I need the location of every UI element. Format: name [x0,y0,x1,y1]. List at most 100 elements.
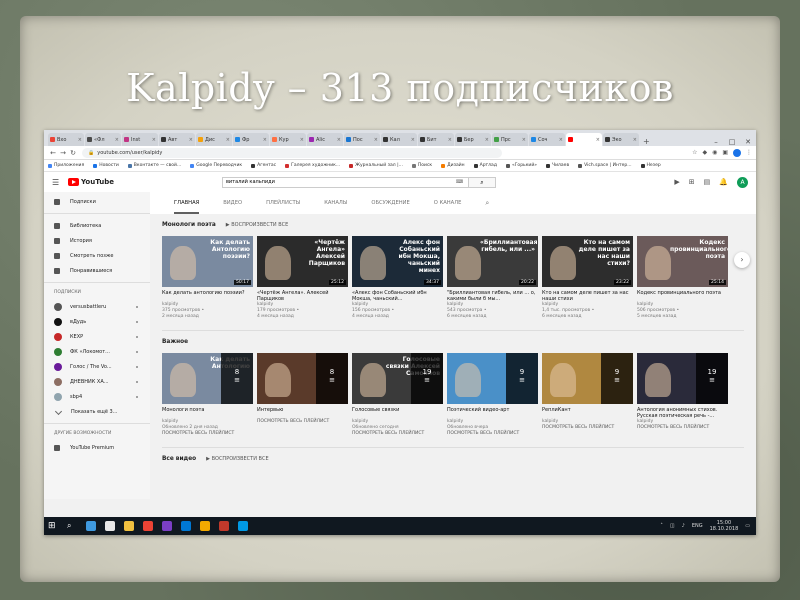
sidebar-item[interactable]: Понравившиеся [44,263,150,278]
bookmark-item[interactable]: Галерея художник... [285,163,340,168]
video-title[interactable]: Как делать антологию поэзии? [162,290,253,302]
video-card[interactable]: «Чертёж Ангела» Алексей Парщиков 25:12 «Че… [257,236,348,320]
tab-close-icon[interactable]: × [522,137,526,143]
channel-tab[interactable]: ПЛЕЙЛИСТЫ [266,192,300,214]
next-arrow-icon[interactable]: › [734,252,750,268]
keyboard-icon[interactable]: ⌨ [456,179,468,185]
browser-tab[interactable]: Кал × [381,133,417,146]
create-video-icon[interactable]: ▶ [674,178,679,186]
video-card[interactable]: 19 ≡ Антология анонимных стихов. Русская п… [637,353,728,437]
video-thumbnail[interactable]: Алекс фон Собаньский ибн Мокша, чаньский… [352,236,443,287]
video-card[interactable]: Кто на самом деле пишет за нас наши стих… [542,236,633,320]
video-thumbnail[interactable]: 19 ≡ [637,353,728,404]
bookmark-item[interactable]: Незер [640,163,661,168]
tray-up-arrow-icon[interactable]: ˄ [660,523,663,529]
video-title[interactable]: Интервью [257,407,348,419]
minimize-icon[interactable]: – [708,138,724,146]
back-icon[interactable]: ← [48,149,58,157]
messages-icon[interactable]: ▤ [704,178,711,186]
section-title[interactable]: Монологи поэта ▶ ВОСПРОИЗВЕСТИ ВСЕ [162,222,756,228]
menu-dots-icon[interactable]: ⋮ [746,149,752,156]
bookmark-item[interactable]: Vich.space | Интер... [578,163,632,168]
video-title[interactable]: «Алекс фон Собаньский ибн Мокша, чаньски… [352,290,443,302]
browser-tab[interactable]: Кур × [270,133,306,146]
tab-close-icon[interactable]: × [485,137,489,143]
tab-close-icon[interactable]: × [596,137,600,143]
video-card[interactable]: 8 ≡ Интервью ПОСМОТРЕТЬ ВЕСЬ ПЛЕЙЛИСТ [257,353,348,437]
video-thumbnail[interactable]: Кодекс провинциального поэта 25:14 [637,236,728,287]
tab-close-icon[interactable]: × [115,137,119,143]
video-title[interactable]: Антология анонимных стихов. Русская поэт… [637,407,728,419]
sidebar-item[interactable]: История [44,233,150,248]
language-indicator[interactable]: ENG [692,523,703,529]
notifications-bell-icon[interactable]: 🔔 [719,178,728,186]
bookmark-item[interactable]: Агентас [251,163,276,168]
sidebar-subscription[interactable]: Показать ещё 3... [44,404,150,419]
video-card[interactable]: Как делать Антологию8≡Монологи поэтаkalp… [162,353,253,437]
tab-close-icon[interactable]: × [263,137,267,143]
video-card[interactable]: Алекс фон Собаньский ибн Мокша, чаньский… [352,236,443,320]
view-full-playlist-link[interactable]: ПОСМОТРЕТЬ ВЕСЬ ПЛЕЙЛИСТ [257,419,348,425]
channel-tab[interactable]: ГЛАВНАЯ [174,192,200,214]
forward-icon[interactable]: → [58,149,68,157]
video-title[interactable]: Голосовые связки [352,407,443,419]
reload-icon[interactable]: ↻ [68,149,78,157]
video-thumbnail[interactable]: Как делать Антологию поэзии? 50:17 [162,236,253,287]
browser-tab[interactable]: «Фл × [85,133,121,146]
video-card[interactable]: Кодекс провинциального поэта 25:14 Кодекс … [637,236,728,320]
new-tab-button[interactable]: + [643,137,650,146]
sidebar-subscription[interactable]: ДНЕВНИК ХА... [44,374,150,389]
video-thumbnail[interactable]: Как делать Антологию8≡ [162,353,253,404]
bookmark-item[interactable]: Google Переводчик [190,163,242,168]
video-thumbnail[interactable]: 9 ≡ [447,353,538,404]
channel-tab[interactable]: О КАНАЛЕ [434,192,462,214]
search-input[interactable] [221,176,470,188]
browser-tab[interactable]: Эко × [603,133,639,146]
bookmark-item[interactable]: Чилаев [546,163,569,168]
video-thumbnail[interactable]: Кто на самом деле пишет за нас наши стих… [542,236,633,287]
video-card[interactable]: 9 ≡ РеплиКант kalpidy ПОСМОТРЕТЬ ВЕСЬ ПЛЕЙЛИ… [542,353,633,437]
extension-icon[interactable]: ◉ [712,149,717,156]
video-title[interactable]: Монологи поэта [162,407,253,419]
video-card[interactable]: Голосовые связки Алексей Самойлов19≡ Голо… [352,353,443,437]
bookmark-item[interactable]: Дизайн [441,163,465,168]
star-icon[interactable]: ☆ [692,149,697,156]
account-avatar[interactable]: A [737,176,748,188]
video-title[interactable]: Поэтический видео-арт [447,407,538,419]
browser-tab[interactable]: Пос × [344,133,380,146]
taskbar-app-icon[interactable] [238,521,248,531]
close-window-icon[interactable]: ✕ [740,138,756,146]
bookmark-item[interactable]: «Горький» [505,163,537,168]
video-card[interactable]: 9 ≡ Поэтический видео-арт kalpidy Обновлено … [447,353,538,437]
browser-tab[interactable]: Авт × [159,133,195,146]
play-all-button[interactable]: ▶ ВОСПРОИЗВЕСТИ ВСЕ [226,222,289,228]
browser-tab[interactable]: Inst × [122,133,158,146]
taskbar-app-icon[interactable] [181,521,191,531]
bookmark-item[interactable]: Артлад [473,163,497,168]
sidebar-subscription[interactable]: ФК «Локомот... [44,344,150,359]
video-thumbnail[interactable]: 9 ≡ [542,353,633,404]
taskbar-app-icon[interactable] [200,521,210,531]
tab-close-icon[interactable]: × [152,137,156,143]
video-title[interactable]: "Бриллиантовая гибель, или ... о, кaкими… [447,290,538,302]
sidebar-item[interactable]: Смотреть позже [44,248,150,263]
network-icon[interactable]: ◫ [670,523,675,529]
video-thumbnail[interactable]: Голосовые связки Алексей Самойлов19≡ [352,353,443,404]
tab-close-icon[interactable]: × [189,137,193,143]
windows-start-icon[interactable]: ⊞ [48,521,58,531]
tab-close-icon[interactable]: × [633,137,637,143]
sidebar-subscription[interactable]: Голос / The Vo... [44,359,150,374]
video-title[interactable]: «Чертёж Ангела». Алексей Парщиков [257,290,348,302]
taskbar-app-icon[interactable] [219,521,229,531]
bookmark-item[interactable]: Новости [93,163,119,168]
channel-search-icon[interactable]: ⌕ [485,199,489,208]
hamburger-menu-icon[interactable]: ☰ [52,178,64,187]
channel-tab[interactable]: ОБСУЖДЕНИЕ [371,192,409,214]
view-full-playlist-link[interactable]: ПОСМОТРЕТЬ ВЕСЬ ПЛЕЙЛИСТ [542,425,633,431]
taskbar-app-icon[interactable] [105,521,115,531]
tab-close-icon[interactable]: × [226,137,230,143]
view-full-playlist-link[interactable]: ПОСМОТРЕТЬ ВЕСЬ ПЛЕЙЛИСТ [637,425,728,431]
notifications-icon[interactable]: ▭ [745,523,750,529]
video-thumbnail[interactable]: 8 ≡ [257,353,348,404]
browser-tab[interactable]: × [566,133,602,146]
